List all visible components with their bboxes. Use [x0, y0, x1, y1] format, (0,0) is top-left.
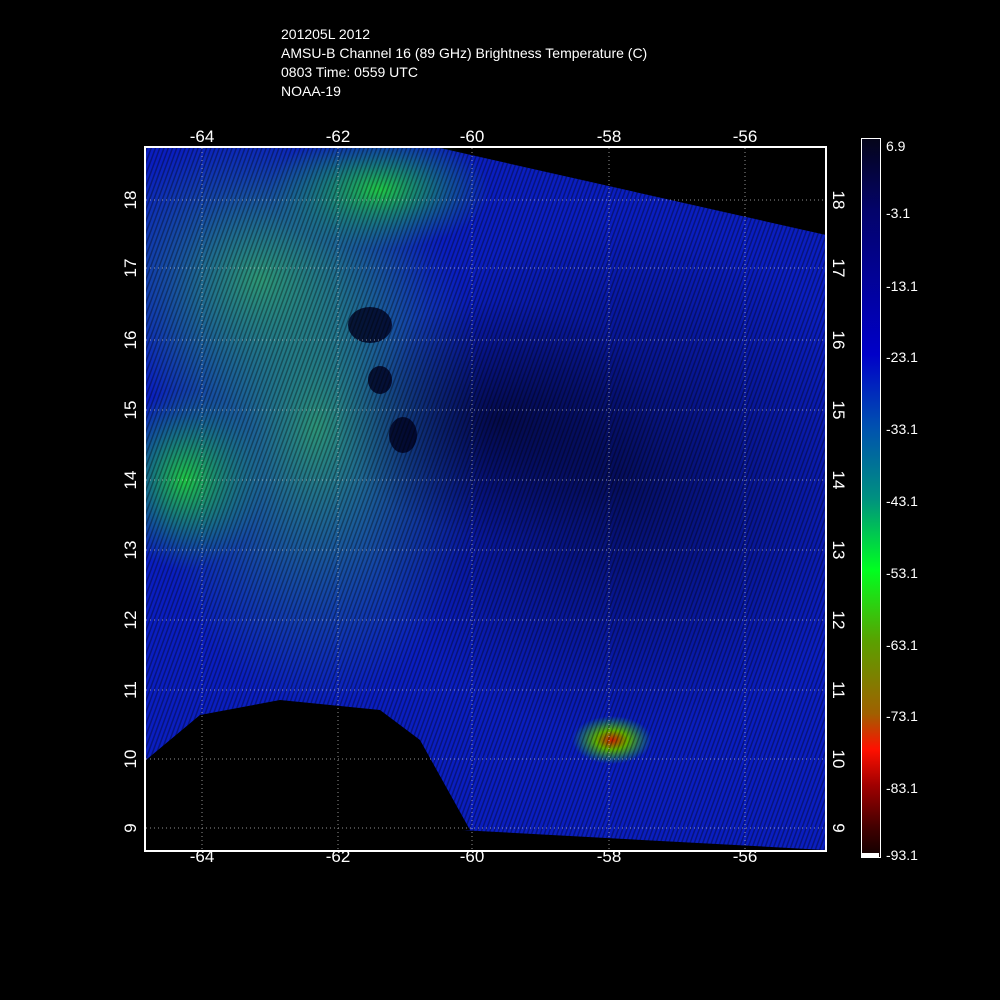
colorbar-label: -43.1 [886, 493, 918, 509]
colorbar-label: -23.1 [886, 349, 918, 365]
colorbar-label: -93.1 [886, 847, 918, 863]
colorbar-label: -83.1 [886, 780, 918, 796]
lat-tick: 15 [829, 400, 848, 420]
lat-tick: 12 [829, 610, 848, 630]
lat-tick: 13 [121, 540, 140, 560]
lon-tick: -60 [459, 127, 485, 146]
lon-tick: -56 [732, 847, 758, 866]
colorbar-label: -53.1 [886, 565, 918, 581]
lat-tick: 15 [121, 400, 140, 420]
lon-tick: -58 [596, 847, 622, 866]
lat-tick: 14 [121, 470, 140, 490]
colorbar-label: -3.1 [886, 205, 911, 221]
lat-tick: 14 [829, 470, 848, 490]
lat-tick: 16 [121, 330, 140, 350]
lon-tick: -64 [189, 847, 215, 866]
colorbar-label: -13.1 [886, 278, 918, 294]
lon-tick: -60 [459, 847, 485, 866]
lat-tick: 16 [829, 330, 848, 350]
colorbar-min-marker [861, 853, 879, 857]
lat-tick: 18 [121, 190, 140, 210]
lat-tick: 10 [829, 749, 848, 769]
lat-tick: 17 [121, 258, 140, 278]
lon-tick: -62 [325, 127, 351, 146]
lat-tick: 9 [829, 823, 848, 833]
lon-tick: -58 [596, 127, 622, 146]
colorbar-label: 6.9 [886, 138, 906, 154]
lat-tick: 18 [829, 190, 848, 210]
lon-tick: -64 [189, 127, 215, 146]
lat-tick: 17 [829, 258, 848, 278]
colorbar [861, 138, 881, 858]
colorbar-label: -33.1 [886, 421, 918, 437]
lat-tick: 9 [121, 823, 140, 833]
satellite-map [144, 146, 827, 852]
lat-tick: 11 [121, 681, 140, 699]
colorbar-label: -63.1 [886, 637, 918, 653]
lat-tick: 11 [829, 681, 848, 699]
lat-tick: 12 [121, 610, 140, 630]
colorbar-label: -73.1 [886, 708, 918, 724]
lon-tick: -62 [325, 847, 351, 866]
lat-tick: 10 [121, 749, 140, 769]
lat-tick: 13 [829, 540, 848, 560]
lon-tick: -56 [732, 127, 758, 146]
